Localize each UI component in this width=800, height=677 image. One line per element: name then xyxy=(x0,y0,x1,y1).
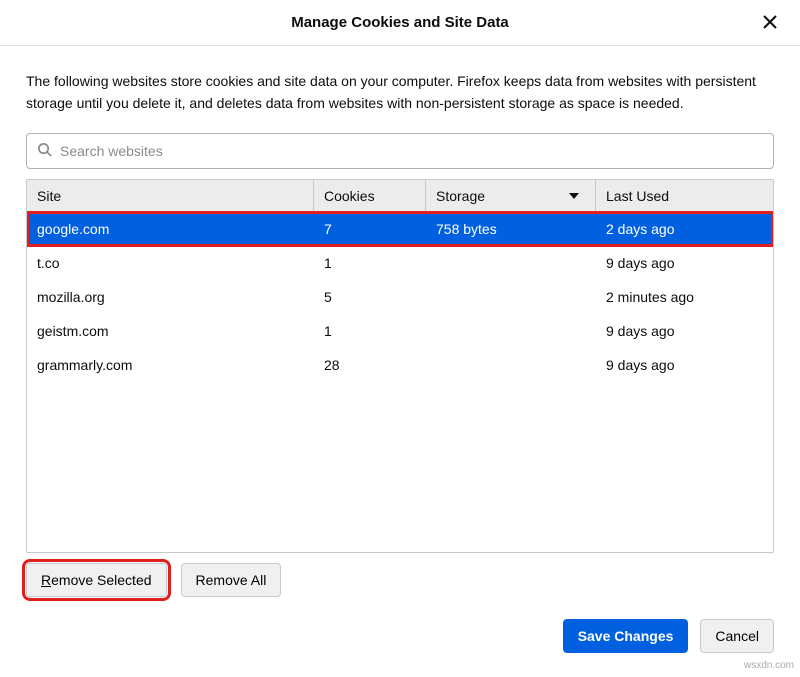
close-icon[interactable] xyxy=(760,12,780,32)
cell-last-used: 2 minutes ago xyxy=(596,289,773,305)
search-websites-field[interactable] xyxy=(26,133,774,169)
table-row[interactable]: t.co1 9 days ago xyxy=(27,246,773,280)
table-row[interactable]: mozilla.org5 2 minutes ago xyxy=(27,280,773,314)
cell-cookies: 28 xyxy=(314,357,426,373)
search-input[interactable] xyxy=(60,143,763,159)
dialog-title: Manage Cookies and Site Data xyxy=(291,14,509,31)
cell-last-used: 9 days ago xyxy=(596,357,773,373)
table-row[interactable]: geistm.com1 9 days ago xyxy=(27,314,773,348)
column-site[interactable]: Site xyxy=(27,180,314,212)
dialog-footer: Save Changes Cancel xyxy=(0,609,800,677)
cell-last-used: 2 days ago xyxy=(596,221,773,237)
cell-cookies: 7 xyxy=(314,221,426,237)
cell-cookies: 1 xyxy=(314,323,426,339)
table-header: Site Cookies Storage Last Used xyxy=(27,180,773,212)
cookies-table: Site Cookies Storage Last Used google.co… xyxy=(26,179,774,553)
cell-storage: 758 bytes xyxy=(426,221,596,237)
column-storage[interactable]: Storage xyxy=(426,180,596,212)
cancel-button[interactable]: Cancel xyxy=(700,619,774,653)
cell-last-used: 9 days ago xyxy=(596,323,773,339)
cell-site: geistm.com xyxy=(27,323,314,339)
remove-all-button[interactable]: Remove All xyxy=(181,563,282,597)
sort-caret-icon xyxy=(569,193,579,199)
table-body: google.com7758 bytes2 days agot.co19 day… xyxy=(27,212,773,552)
table-row[interactable]: google.com7758 bytes2 days ago xyxy=(27,212,773,246)
remove-buttons-row: Remove Selected Remove All xyxy=(26,563,774,597)
column-cookies[interactable]: Cookies xyxy=(314,180,426,212)
cell-site: google.com xyxy=(27,221,314,237)
search-icon xyxy=(37,142,52,160)
dialog-header: Manage Cookies and Site Data xyxy=(0,0,800,46)
cell-site: mozilla.org xyxy=(27,289,314,305)
watermark: wsxdn.com xyxy=(744,660,794,671)
cell-cookies: 1 xyxy=(314,255,426,271)
cell-cookies: 5 xyxy=(314,289,426,305)
column-last-used[interactable]: Last Used xyxy=(596,180,773,212)
table-row[interactable]: grammarly.com28 9 days ago xyxy=(27,348,773,382)
cell-last-used: 9 days ago xyxy=(596,255,773,271)
save-changes-button[interactable]: Save Changes xyxy=(563,619,689,653)
cell-site: t.co xyxy=(27,255,314,271)
remove-selected-button[interactable]: Remove Selected xyxy=(26,563,167,597)
cell-site: grammarly.com xyxy=(27,357,314,373)
manage-cookies-dialog: Manage Cookies and Site Data The followi… xyxy=(0,0,800,677)
dialog-body: The following websites store cookies and… xyxy=(0,46,800,609)
description-text: The following websites store cookies and… xyxy=(26,70,774,115)
